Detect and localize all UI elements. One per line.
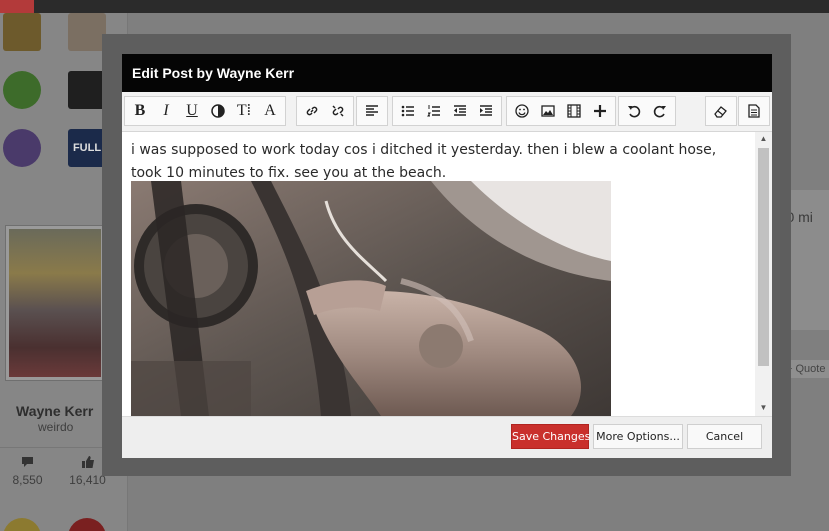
contrast-icon xyxy=(211,104,225,118)
dialog-title: Edit Post by Wayne Kerr xyxy=(122,54,772,92)
outdent-button[interactable] xyxy=(447,98,473,124)
smiley-icon xyxy=(515,104,529,118)
insert-image-button[interactable] xyxy=(535,98,561,124)
link-button[interactable] xyxy=(299,98,325,124)
link-icon xyxy=(306,106,318,116)
profile-username[interactable]: Wayne Kerr xyxy=(16,403,93,419)
save-changes-button[interactable]: Save Changes xyxy=(511,424,590,449)
dialog-footer: Save Changes More Options... Cancel xyxy=(122,416,772,458)
document-icon xyxy=(748,104,760,118)
italic-button[interactable]: I xyxy=(153,98,179,124)
scroll-down-arrow-icon[interactable]: ▼ xyxy=(755,401,772,415)
plus-icon xyxy=(594,105,606,117)
trophy-icon xyxy=(3,13,41,51)
redo-button[interactable] xyxy=(647,98,673,124)
engine-photo-image xyxy=(131,181,611,416)
scroll-up-arrow-icon[interactable]: ▲ xyxy=(755,132,772,146)
indent-button[interactable] xyxy=(473,98,499,124)
font-button[interactable]: A xyxy=(257,98,283,124)
smilie-button[interactable] xyxy=(509,98,535,124)
comments-icon xyxy=(0,455,55,473)
align-left-icon xyxy=(366,105,378,116)
redo-icon xyxy=(653,105,666,118)
likes-count: 16,410 xyxy=(69,473,106,487)
editor-toolbar: B I U T⁞ A xyxy=(122,92,772,132)
indent-icon xyxy=(480,105,492,116)
remove-formatting-button[interactable] xyxy=(708,98,734,124)
message-editor[interactable]: i was supposed to work today cos i ditch… xyxy=(122,132,772,416)
messages-stat: 8,550 xyxy=(0,455,55,487)
messages-count: 8,550 xyxy=(12,473,43,487)
toolbar-group-lists xyxy=(392,96,502,126)
message-text[interactable]: i was supposed to work today cos i ditch… xyxy=(131,139,751,185)
text-color-button[interactable] xyxy=(205,98,231,124)
film-icon xyxy=(567,104,581,118)
undo-button[interactable] xyxy=(621,98,647,124)
unlink-icon xyxy=(332,105,344,117)
unlink-button[interactable] xyxy=(325,98,351,124)
beads-icon xyxy=(3,129,41,167)
toolbar-group-history xyxy=(618,96,676,126)
avatar-image xyxy=(9,229,101,377)
numbered-list-icon xyxy=(427,105,440,117)
underline-button[interactable]: U xyxy=(179,98,205,124)
more-options-button[interactable]: More Options... xyxy=(593,424,683,449)
bold-button[interactable]: B xyxy=(127,98,153,124)
android-icon xyxy=(3,71,41,109)
toolbar-group-clear xyxy=(705,96,737,126)
cancel-button[interactable]: Cancel xyxy=(687,424,762,449)
insert-media-button[interactable] xyxy=(561,98,587,124)
text-size-button[interactable]: T⁞ xyxy=(231,98,257,124)
toolbar-group-formatting: B I U T⁞ A xyxy=(124,96,286,126)
bullet-list-button[interactable] xyxy=(395,98,421,124)
numbered-list-button[interactable] xyxy=(421,98,447,124)
editor-scrollbar[interactable]: ▲ ▼ xyxy=(755,132,772,416)
engine-photo[interactable] xyxy=(131,181,611,416)
toolbar-group-links xyxy=(296,96,354,126)
toolbar-group-insert xyxy=(506,96,616,126)
site-logo-corner[interactable] xyxy=(0,0,34,13)
outdent-icon xyxy=(454,105,466,116)
anarchy-icon xyxy=(68,518,106,531)
toggle-bbcode-button[interactable] xyxy=(741,98,767,124)
profile-user-title: weirdo xyxy=(38,420,74,434)
undo-icon xyxy=(628,105,641,118)
align-button[interactable] xyxy=(359,98,385,124)
toolbar-group-source xyxy=(738,96,770,126)
eraser-icon xyxy=(714,106,727,118)
insert-more-button[interactable] xyxy=(587,98,613,124)
motorbike-icon xyxy=(68,71,106,109)
toolbar-group-align xyxy=(356,96,388,126)
bart-icon xyxy=(3,518,41,531)
bullet-list-icon xyxy=(401,105,414,117)
gavel-icon xyxy=(68,13,106,51)
scroll-thumb[interactable] xyxy=(758,148,769,366)
avatar[interactable] xyxy=(5,225,105,381)
image-icon xyxy=(541,105,555,117)
edit-post-dialog: Edit Post by Wayne Kerr B I U T⁞ A i was… xyxy=(122,54,772,458)
full-badge-icon: FULL xyxy=(68,129,106,167)
site-top-bar xyxy=(0,0,829,13)
